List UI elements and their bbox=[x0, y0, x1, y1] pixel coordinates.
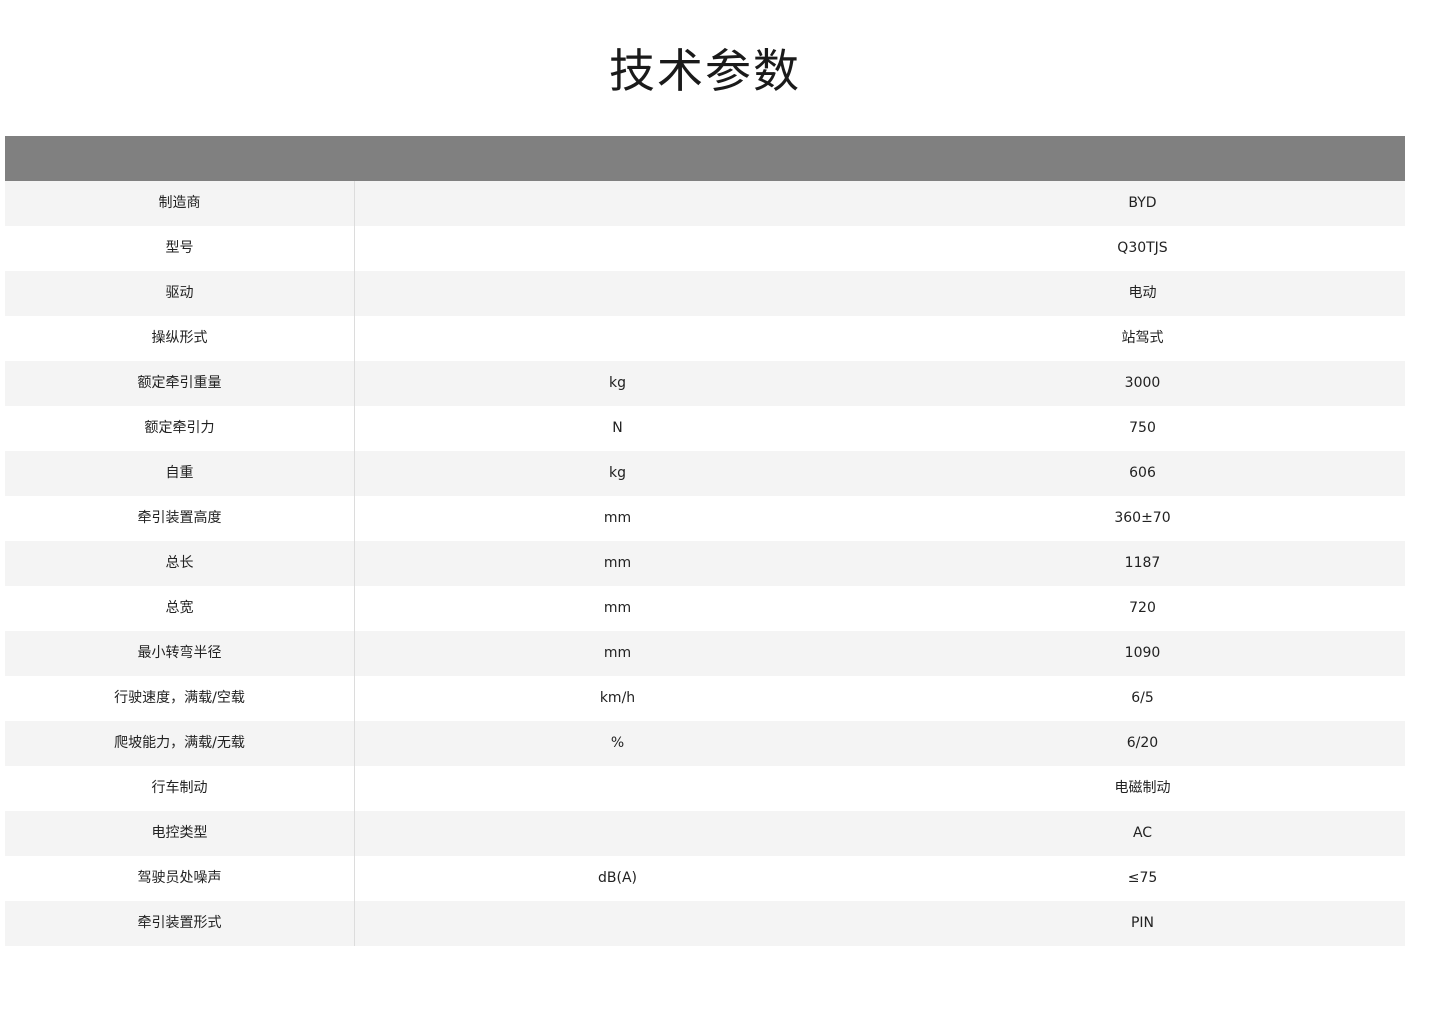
table-row: 牵引装置形式 PIN bbox=[5, 901, 1405, 946]
row-value: 1187 bbox=[1124, 555, 1161, 571]
row-name: 总宽 bbox=[5, 586, 355, 631]
table-row: 电控类型 AC bbox=[5, 811, 1405, 856]
row-unit bbox=[355, 181, 880, 226]
row-value: ≤75 bbox=[1127, 870, 1158, 886]
table-row: 额定牵引重量 kg 3000 bbox=[5, 361, 1405, 406]
row-value: Q30TJS bbox=[1117, 240, 1168, 256]
row-value: 1090 bbox=[1124, 645, 1161, 661]
table-row: 行驶速度，满载/空载 km/h 6/5 bbox=[5, 676, 1405, 721]
row-unit: mm bbox=[603, 555, 632, 571]
table-row: 总宽 mm 720 bbox=[5, 586, 1405, 631]
row-value: 站驾式 bbox=[1121, 330, 1164, 346]
row-unit bbox=[355, 271, 880, 316]
row-name: 最小转弯半径 bbox=[5, 631, 355, 676]
row-value: 720 bbox=[1129, 600, 1156, 616]
row-name: 行车制动 bbox=[5, 766, 355, 811]
row-value: 电磁制动 bbox=[1114, 780, 1171, 796]
row-value: 360±70 bbox=[1114, 510, 1171, 526]
row-name: 牵引装置形式 bbox=[5, 901, 355, 946]
row-name: 额定牵引重量 bbox=[5, 361, 355, 406]
row-unit: dB(A) bbox=[598, 870, 637, 886]
table-row: 型号 Q30TJS bbox=[5, 226, 1405, 271]
table-row: 额定牵引力 N 750 bbox=[5, 406, 1405, 451]
row-value: PIN bbox=[1130, 915, 1155, 931]
row-unit: % bbox=[610, 735, 625, 751]
row-unit bbox=[355, 226, 880, 271]
table-row: 制造商 BYD bbox=[5, 181, 1405, 226]
row-value: 电动 bbox=[1128, 285, 1157, 301]
table-row: 操纵形式 站驾式 bbox=[5, 316, 1405, 361]
row-unit: km/h bbox=[599, 690, 636, 706]
table-row: 总长 mm 1187 bbox=[5, 541, 1405, 586]
row-unit: mm bbox=[603, 600, 632, 616]
row-unit bbox=[355, 316, 880, 361]
row-unit bbox=[355, 766, 880, 811]
row-name: 额定牵引力 bbox=[5, 406, 355, 451]
row-name: 电控类型 bbox=[5, 811, 355, 856]
table-body: 制造商 BYD 型号 Q30TJS 驱动 电动 操纵形式 站驾式 额定牵引重量 … bbox=[5, 181, 1405, 946]
table-row: 牵引装置高度 mm 360±70 bbox=[5, 496, 1405, 541]
table-row: 爬坡能力，满载/无载 % 6/20 bbox=[5, 721, 1405, 766]
row-value: 3000 bbox=[1124, 375, 1161, 391]
row-name: 牵引装置高度 bbox=[5, 496, 355, 541]
row-unit: kg bbox=[609, 375, 626, 391]
row-unit: kg bbox=[609, 465, 626, 481]
row-unit: mm bbox=[603, 510, 632, 526]
table-row: 驱动 电动 bbox=[5, 271, 1405, 316]
row-name: 自重 bbox=[5, 451, 355, 496]
table-row: 行车制动 电磁制动 bbox=[5, 766, 1405, 811]
row-name: 驾驶员处噪声 bbox=[5, 856, 355, 901]
row-value: 606 bbox=[1129, 465, 1156, 481]
row-name: 行驶速度，满载/空载 bbox=[5, 676, 355, 721]
table-row: 自重 kg 606 bbox=[5, 451, 1405, 496]
row-value: BYD bbox=[1128, 195, 1157, 211]
row-value: 6/5 bbox=[1131, 690, 1154, 706]
row-name: 型号 bbox=[5, 226, 355, 271]
row-name: 总长 bbox=[5, 541, 355, 586]
row-unit bbox=[355, 901, 880, 946]
table-header-bar bbox=[5, 136, 1405, 181]
row-unit: N bbox=[612, 420, 623, 436]
spec-table: 制造商 BYD 型号 Q30TJS 驱动 电动 操纵形式 站驾式 额定牵引重量 … bbox=[5, 136, 1405, 946]
row-value: 750 bbox=[1129, 420, 1156, 436]
page-title: 技术参数 bbox=[609, 44, 801, 98]
row-name: 驱动 bbox=[5, 271, 355, 316]
row-unit bbox=[355, 811, 880, 856]
row-unit: mm bbox=[603, 645, 632, 661]
row-name: 操纵形式 bbox=[5, 316, 355, 361]
row-value: 6/20 bbox=[1126, 735, 1159, 751]
table-row: 最小转弯半径 mm 1090 bbox=[5, 631, 1405, 676]
row-name: 爬坡能力，满载/无载 bbox=[5, 721, 355, 766]
table-row: 驾驶员处噪声 dB(A) ≤75 bbox=[5, 856, 1405, 901]
row-value: AC bbox=[1132, 825, 1153, 841]
row-name: 制造商 bbox=[5, 181, 355, 226]
